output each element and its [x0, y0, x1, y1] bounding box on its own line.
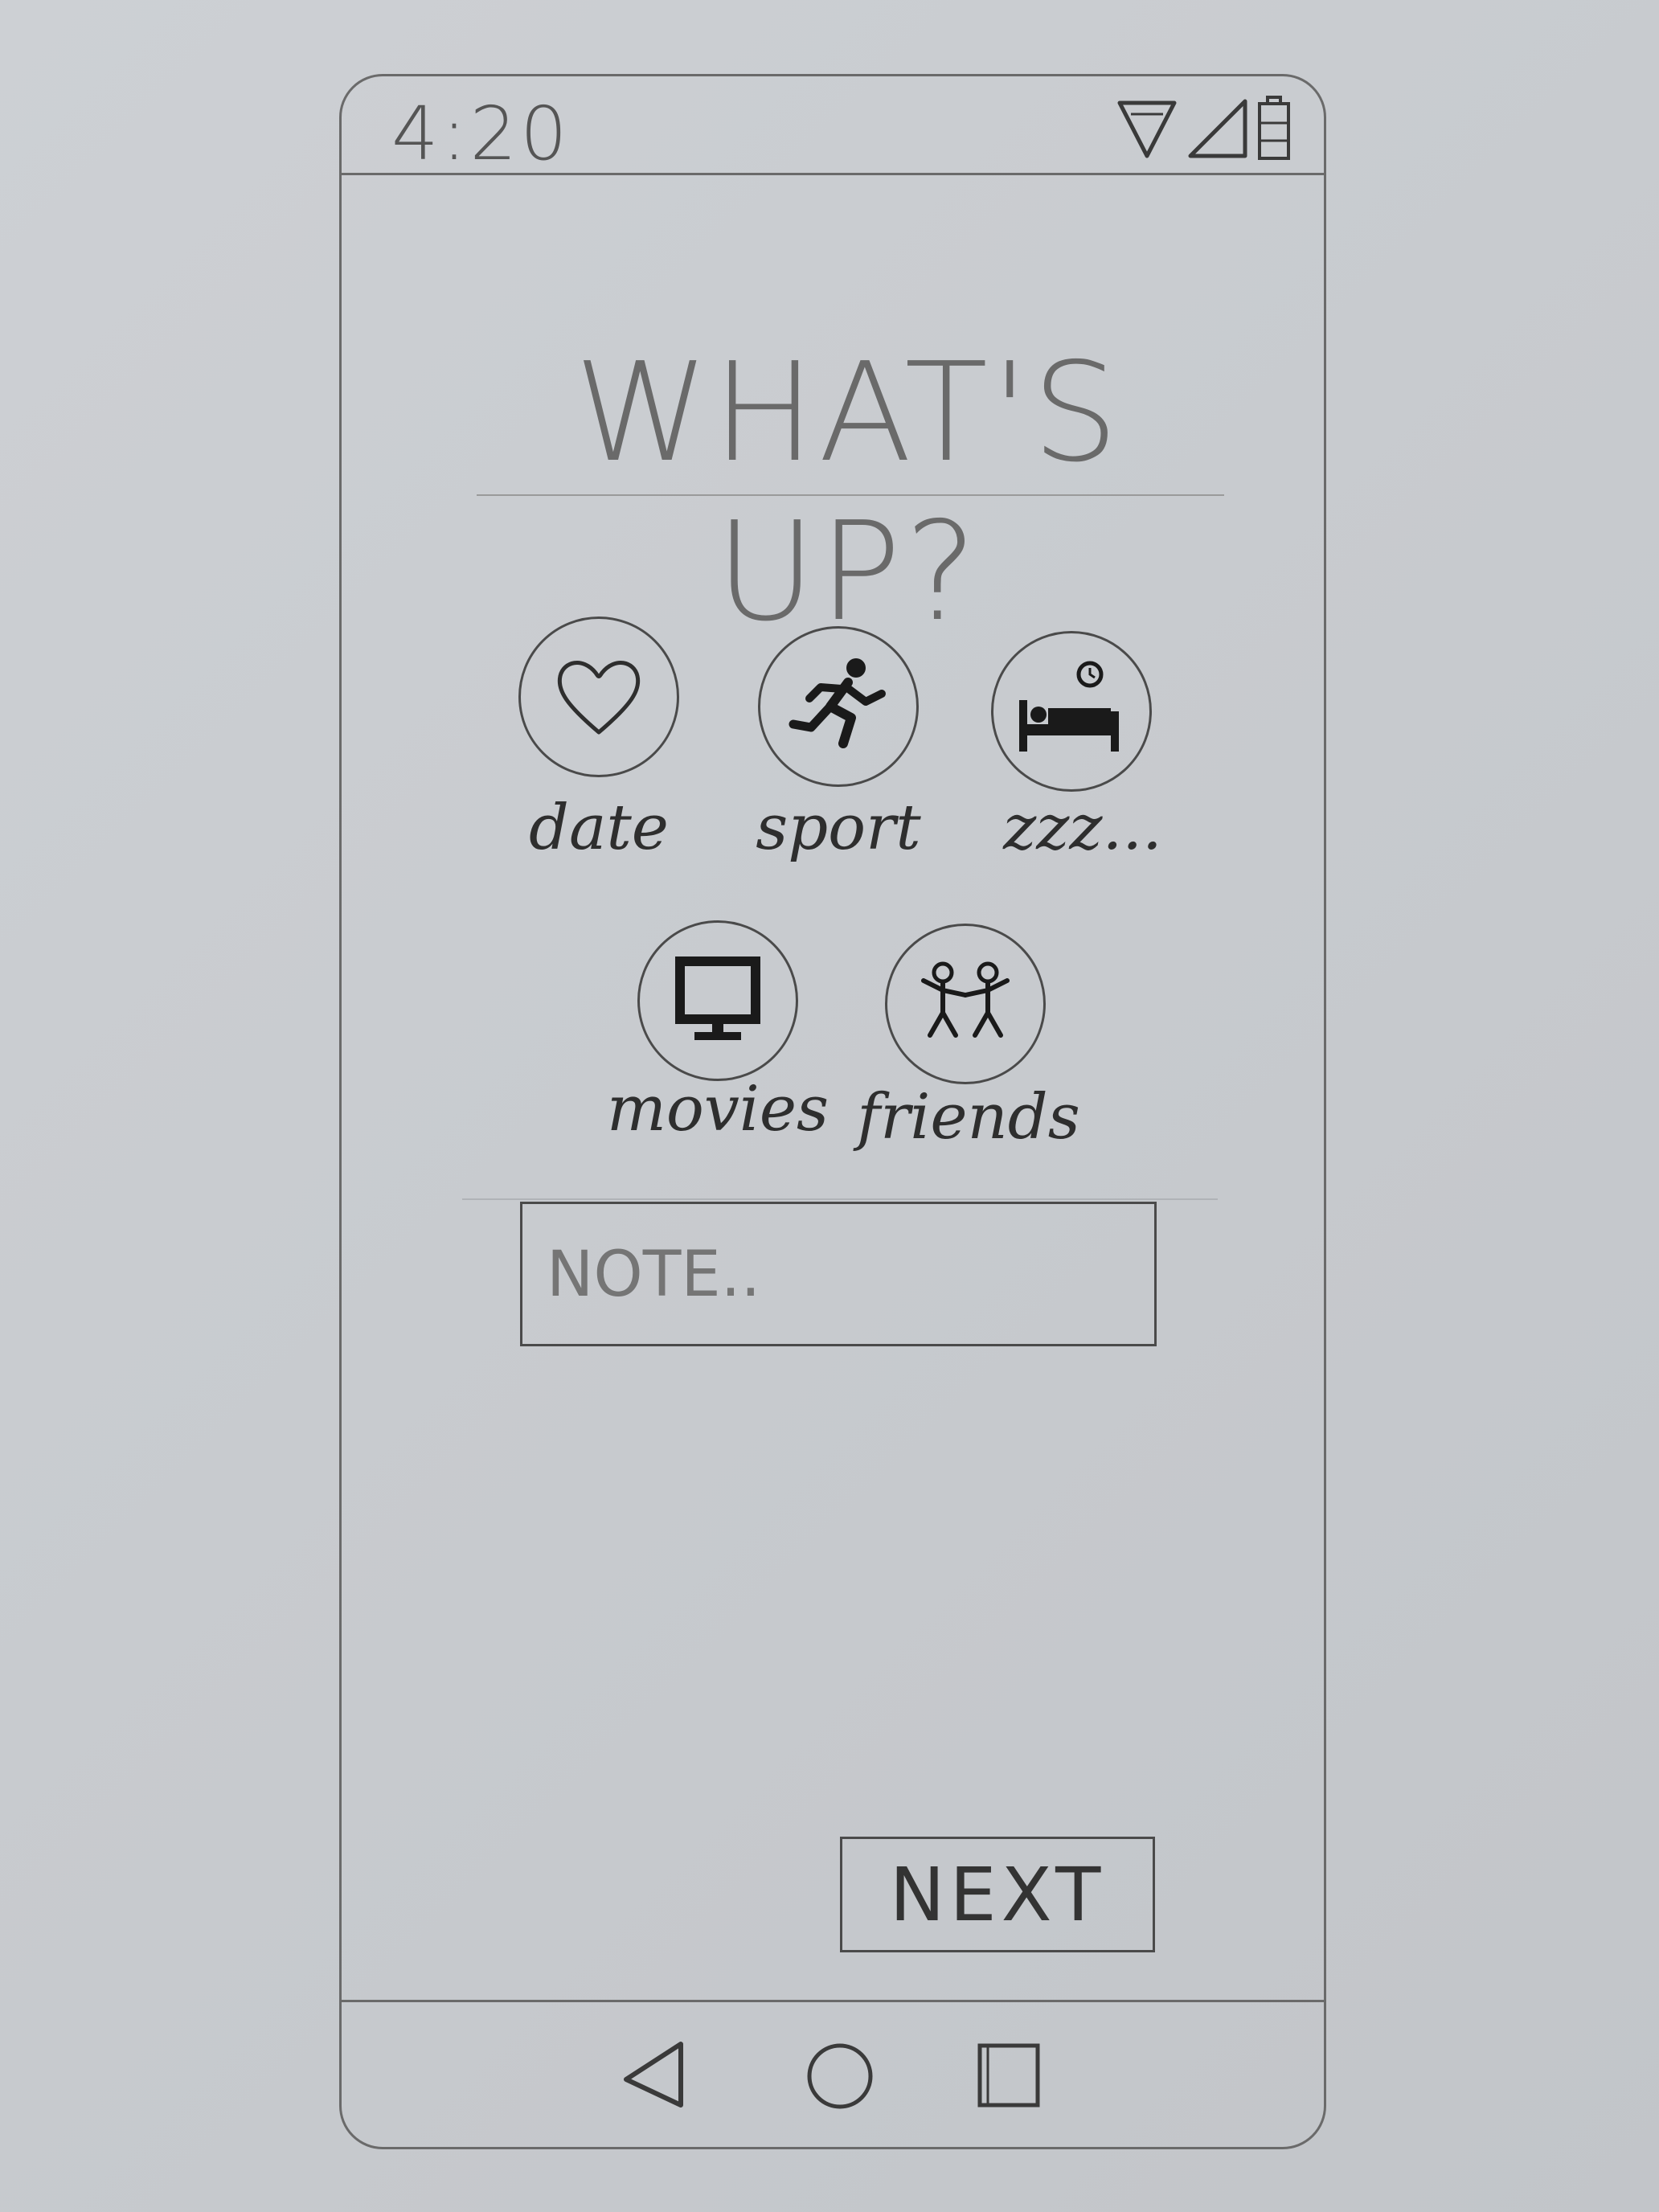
note-field[interactable] [520, 1202, 1180, 1346]
title-underline [477, 494, 1224, 496]
phone-frame: 4:20 WHAT'S UP? date sport zzz... movies… [339, 74, 1326, 2149]
status-icons [1115, 92, 1292, 165]
bed-icon [1019, 661, 1119, 752]
activity-friends-label: friends [857, 1081, 1080, 1153]
activity-sleep-label: zzz... [1003, 792, 1162, 864]
activity-date-label: date [529, 792, 669, 864]
activity-movies-button[interactable] [637, 920, 798, 1081]
guide-line [462, 1198, 1218, 1200]
home-icon [807, 2043, 873, 2109]
activity-sport-button[interactable] [758, 626, 919, 787]
recents-button[interactable] [961, 2026, 1057, 2123]
status-time: 4:20 [391, 91, 571, 177]
friends-icon [921, 961, 1010, 1038]
recents-icon [977, 2043, 1040, 2108]
page-title: WHAT'S UP? [574, 334, 1122, 652]
note-input[interactable] [522, 1204, 1180, 1346]
wifi-icon [1117, 100, 1177, 158]
back-icon [624, 2042, 683, 2108]
status-bar: 4:20 [342, 76, 1324, 177]
next-button[interactable]: NEXT [840, 1837, 1155, 1952]
signal-icon [1188, 99, 1247, 158]
activity-date-button[interactable] [518, 616, 679, 777]
monitor-icon [675, 956, 760, 1040]
activity-friends-button[interactable] [885, 924, 1046, 1084]
battery-icon [1258, 96, 1290, 160]
activity-sleep-button[interactable] [991, 631, 1152, 792]
activity-movies-label: movies [606, 1073, 830, 1145]
running-person-icon [789, 658, 886, 748]
navigation-bar [342, 2000, 1324, 2147]
heart-icon [557, 661, 641, 735]
back-button[interactable] [607, 2026, 703, 2123]
home-button[interactable] [792, 2026, 888, 2123]
activity-sport-label: sport [756, 792, 921, 864]
